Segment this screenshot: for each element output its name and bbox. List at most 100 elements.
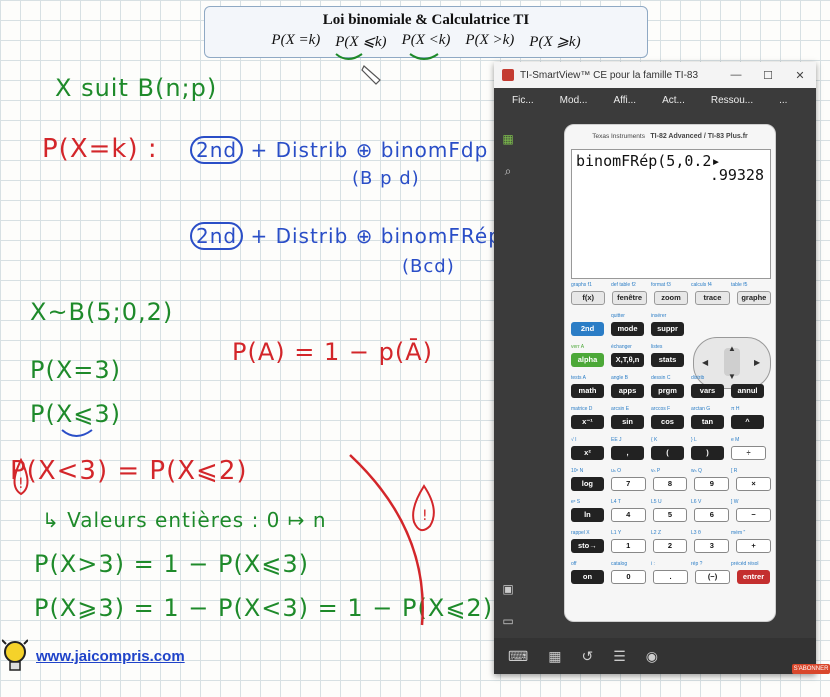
key-math[interactable]: math <box>571 384 604 398</box>
key-label: off <box>571 561 577 567</box>
key-label: wₙ Q <box>691 468 702 474</box>
row6-labels: √ I EE J { K } L e M <box>571 437 771 443</box>
minimize-button[interactable]: — <box>720 69 752 82</box>
key-zoom[interactable]: zoom <box>653 291 689 305</box>
key-open-paren[interactable]: ( <box>651 446 684 460</box>
key-alpha[interactable]: alpha <box>571 353 604 367</box>
key-close-paren[interactable]: ) <box>691 446 724 460</box>
key-2nd[interactable]: 2nd <box>571 322 604 336</box>
camera-icon[interactable]: ◉ <box>646 648 658 665</box>
key-trace[interactable]: trace <box>695 291 730 305</box>
key-square[interactable]: x² <box>571 446 604 460</box>
close-button[interactable]: ✕ <box>784 69 816 82</box>
key-label: tests A <box>571 375 587 381</box>
calculator-icon[interactable]: ▦ <box>501 132 515 146</box>
key-4[interactable]: 4 <box>610 508 646 522</box>
menu-bar: Fic... Mod... Affi... Act... Ressou... .… <box>494 88 816 112</box>
key-label: angle B <box>611 375 628 381</box>
key-8[interactable]: 8 <box>652 477 688 491</box>
key-label: arctan G <box>691 406 711 412</box>
page-title: Loi binomiale & Calculatrice TI <box>322 12 530 28</box>
calc-layout-icon[interactable]: ▦ <box>548 648 561 665</box>
key-2[interactable]: 2 <box>652 539 688 553</box>
arrow-left-icon[interactable]: ◀ <box>702 358 708 367</box>
key-6[interactable]: 6 <box>694 508 730 522</box>
search-icon[interactable]: ⌕ <box>501 164 515 178</box>
key-prgm[interactable]: prgm <box>651 384 684 398</box>
brand-ti: Texas Instruments <box>592 133 645 140</box>
key-ln[interactable]: ln <box>571 508 604 522</box>
key-suppr[interactable]: suppr <box>651 322 684 336</box>
arrow-right-icon[interactable]: ▶ <box>754 358 760 367</box>
key-sto[interactable]: sto→ <box>571 539 604 553</box>
row5-labels: matrice D arcsin E arccos F arctan G π H <box>571 406 771 412</box>
key-label: i : <box>651 561 655 567</box>
row3-labels: verr A échanger listes <box>571 344 691 350</box>
key-9[interactable]: 9 <box>694 477 730 491</box>
key-power[interactable]: ^ <box>731 415 764 429</box>
key-1[interactable]: 1 <box>610 539 646 553</box>
arrow-up-icon[interactable]: ▲ <box>728 344 736 353</box>
menu-mode[interactable]: Mod... <box>560 95 588 106</box>
key-mode[interactable]: mode <box>611 322 644 336</box>
key-label: L6 V <box>691 499 702 505</box>
layout-icon[interactable]: ▣ <box>501 582 515 596</box>
row8-labels: eˣ S L4 T L5 U L6 V ] W <box>571 499 771 505</box>
note-binomfrep: 2nd + Distrib ⊕ binomFRép <box>190 222 502 250</box>
menu-more[interactable]: ... <box>779 95 787 106</box>
key-annul[interactable]: annul <box>731 384 764 398</box>
keypad-icon[interactable]: ⌨ <box>508 648 528 665</box>
key-tan[interactable]: tan <box>691 415 724 429</box>
key-entrer[interactable]: entrer <box>737 570 770 584</box>
note-p-lt-3: P(X<3) = P(X⩽2) <box>10 456 248 486</box>
screen-icon[interactable]: ▭ <box>501 614 515 628</box>
key-fenetre[interactable]: fenêtre <box>612 291 647 305</box>
key-0[interactable]: 0 <box>611 570 646 584</box>
key-label: L5 U <box>651 499 662 505</box>
key-label: verr A <box>571 344 585 350</box>
key-label: matrice D <box>571 406 593 412</box>
key-3[interactable]: 3 <box>694 539 730 553</box>
blue-underline-icon <box>61 429 93 437</box>
site-link[interactable]: www.jaicompris.com <box>36 648 185 665</box>
key-5[interactable]: 5 <box>652 508 688 522</box>
key-label: e M <box>731 437 740 443</box>
key-apps[interactable]: apps <box>611 384 644 398</box>
key-multiply[interactable]: × <box>736 477 771 491</box>
warning-drop-icon: ! <box>13 458 29 496</box>
fkey-label: graphs f1 <box>571 282 592 288</box>
maximize-button[interactable]: ☐ <box>752 69 784 82</box>
key-negative[interactable]: (−) <box>695 570 730 584</box>
key-divide[interactable]: ÷ <box>731 446 766 460</box>
note-complement: P(A) = 1 − p(Ā) <box>232 338 433 366</box>
key-sin[interactable]: sin <box>611 415 644 429</box>
key-inverse[interactable]: x⁻¹ <box>571 415 604 429</box>
subscribe-badge[interactable]: S'ABONNER <box>792 664 830 674</box>
side-toolbar: ▦ ⌕ ▣ ▭ <box>494 112 522 638</box>
key-log[interactable]: log <box>571 477 604 491</box>
list-icon[interactable]: ☰ <box>613 648 626 665</box>
row2-labels: quitter insérer <box>571 313 771 319</box>
key-7[interactable]: 7 <box>610 477 646 491</box>
key-stats[interactable]: stats <box>651 353 684 367</box>
key-xttn[interactable]: X,T,θ,n <box>611 353 644 367</box>
key-plus[interactable]: + <box>736 539 771 553</box>
key-fx[interactable]: f(x) <box>571 291 606 305</box>
menu-ressources[interactable]: Ressou... <box>711 95 753 106</box>
menu-affichage[interactable]: Affi... <box>613 95 636 106</box>
menu-actions[interactable]: Act... <box>662 95 685 106</box>
key-minus[interactable]: − <box>736 508 771 522</box>
formula-eq: P(X =k) <box>271 32 321 48</box>
key-cos[interactable]: cos <box>651 415 684 429</box>
key-row-3: alpha X,T,θ,n stats <box>571 353 691 367</box>
key-decimal[interactable]: . <box>653 570 688 584</box>
key-graphe[interactable]: graphe <box>736 291 772 305</box>
key-vars[interactable]: vars <box>691 384 724 398</box>
key-on[interactable]: on <box>571 570 604 584</box>
menu-fichier[interactable]: Fic... <box>512 95 534 106</box>
key-row-7: log 7 8 9 × <box>571 477 771 491</box>
lightbulb-icon <box>2 639 28 671</box>
arrow-pad[interactable]: ▲ ▼ ◀ ▶ <box>693 337 771 389</box>
key-comma[interactable]: , <box>611 446 644 460</box>
undo-icon[interactable]: ↺ <box>581 648 593 665</box>
